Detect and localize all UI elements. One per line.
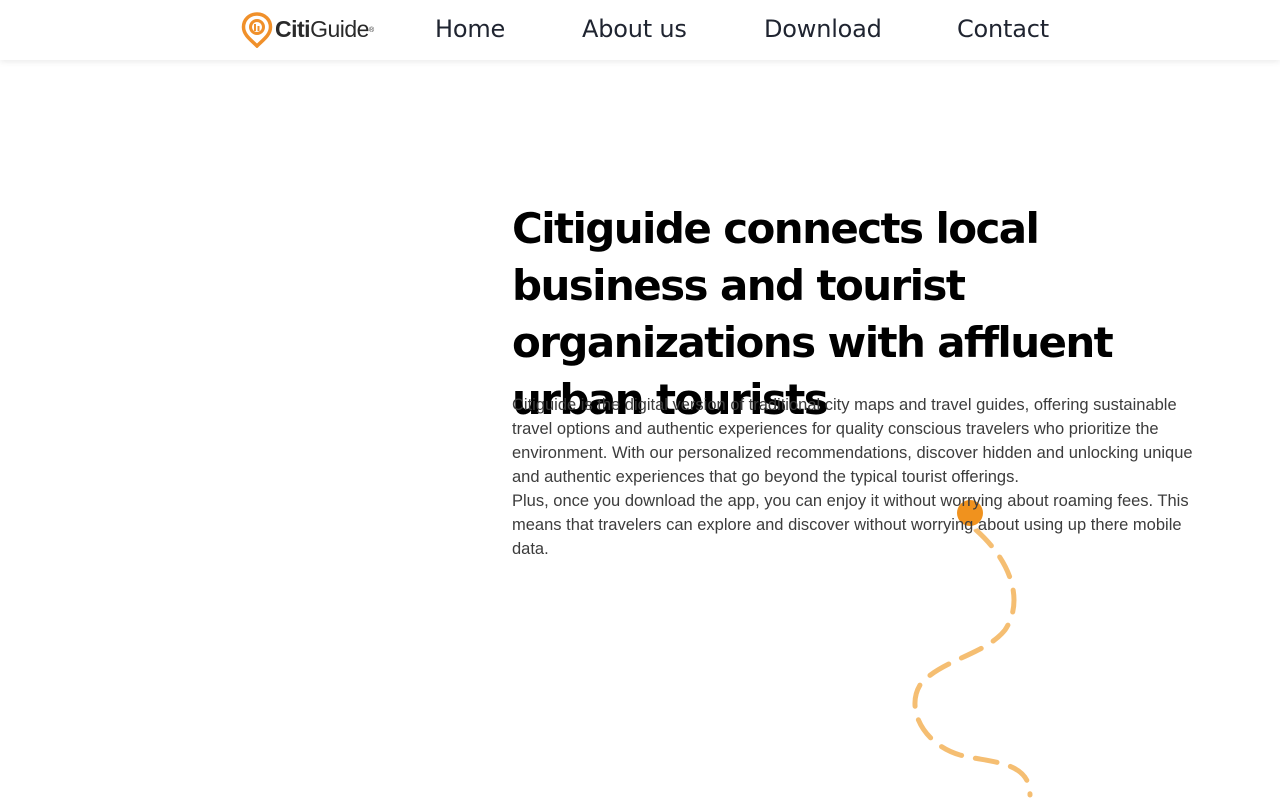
logo-text-bold: Citi bbox=[275, 16, 311, 43]
nav-link-about-us[interactable]: About us bbox=[582, 14, 687, 44]
nav-link-download[interactable]: Download bbox=[764, 14, 882, 44]
logo-wordmark: CitiGuide® bbox=[275, 11, 374, 49]
nav-link-home[interactable]: Home bbox=[435, 14, 505, 44]
hero-paragraph-1: Citiguide is the digital version of trad… bbox=[512, 396, 1193, 486]
citiguide-logo[interactable]: CitiGuide® bbox=[241, 12, 374, 48]
logo-registered-mark: ® bbox=[368, 26, 374, 34]
top-navbar: CitiGuide® Home About us Download Contac… bbox=[0, 0, 1280, 60]
hero-description: Citiguide is the digital version of trad… bbox=[512, 393, 1220, 561]
map-pin-icon bbox=[241, 12, 273, 48]
hero-paragraph-2: Plus, once you download the app, you can… bbox=[512, 492, 1189, 558]
logo-text-light: Guide bbox=[310, 16, 369, 43]
nav-link-contact[interactable]: Contact bbox=[957, 14, 1049, 44]
